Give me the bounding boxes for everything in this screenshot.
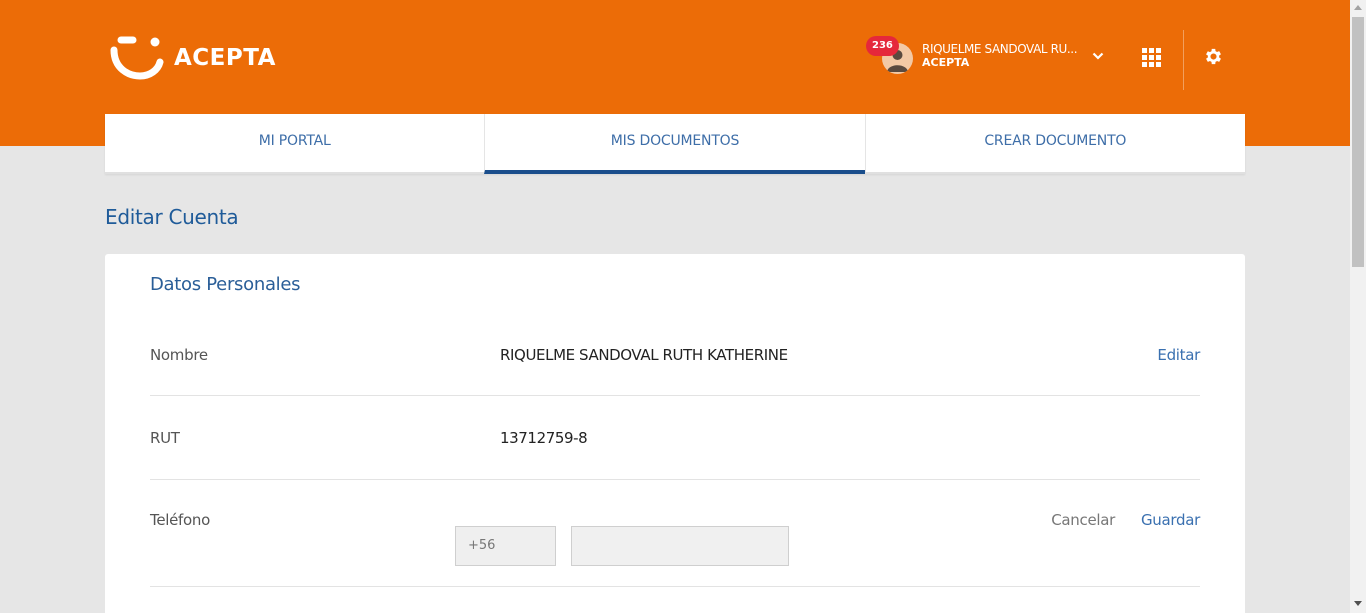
header-divider	[1183, 30, 1184, 90]
tab-mi-portal[interactable]: MI PORTAL	[105, 114, 485, 174]
rut-label: RUT	[150, 429, 180, 447]
user-name: RIQUELME SANDOVAL RU...	[922, 42, 1078, 56]
name-value: RIQUELME SANDOVAL RUTH KATHERINE	[500, 346, 788, 364]
tab-mis-documentos[interactable]: MIS DOCUMENTOS	[484, 114, 865, 174]
brand-name: ACEPTA	[174, 45, 276, 71]
rut-row: RUT 13712759-8	[150, 396, 1200, 480]
apps-grid-icon[interactable]	[1142, 48, 1161, 67]
notification-badge[interactable]: 236	[866, 36, 899, 56]
chevron-down-icon[interactable]	[1092, 52, 1104, 60]
scrollbar-thumb[interactable]	[1352, 17, 1364, 267]
rut-value: 13712759-8	[500, 429, 588, 447]
user-info: RIQUELME SANDOVAL RU... ACEPTA	[922, 42, 1078, 69]
section-title: Datos Personales	[150, 274, 301, 295]
user-menu[interactable]: 236 RIQUELME SANDOVAL RU... ACEPTA	[866, 36, 1111, 80]
name-label: Nombre	[150, 346, 208, 364]
edit-name-link[interactable]: Editar	[1157, 346, 1200, 364]
personal-data-card: Datos Personales Nombre RIQUELME SANDOVA…	[105, 254, 1245, 613]
scroll-down-arrow-icon[interactable]	[1354, 601, 1362, 606]
phone-label: Teléfono	[150, 511, 210, 529]
save-button[interactable]: Guardar	[1141, 511, 1200, 529]
vertical-scrollbar[interactable]	[1350, 0, 1366, 613]
smile-logo-icon	[110, 36, 164, 80]
main-tabs: MI PORTAL MIS DOCUMENTOS CREAR DOCUMENTO	[105, 114, 1245, 174]
gear-icon[interactable]	[1203, 46, 1224, 67]
phone-prefix-field[interactable]: +56	[455, 526, 556, 566]
acepta-logo[interactable]: ACEPTA	[110, 36, 276, 80]
scroll-up-arrow-icon[interactable]	[1354, 5, 1362, 10]
tab-crear-documento[interactable]: CREAR DOCUMENTO	[864, 114, 1245, 174]
name-row: Nombre RIQUELME SANDOVAL RUTH KATHERINE …	[150, 324, 1200, 396]
page-title: Editar Cuenta	[105, 205, 239, 229]
user-organization: ACEPTA	[922, 56, 970, 69]
phone-number-input[interactable]	[571, 526, 789, 566]
cancel-button[interactable]: Cancelar	[1051, 511, 1115, 529]
